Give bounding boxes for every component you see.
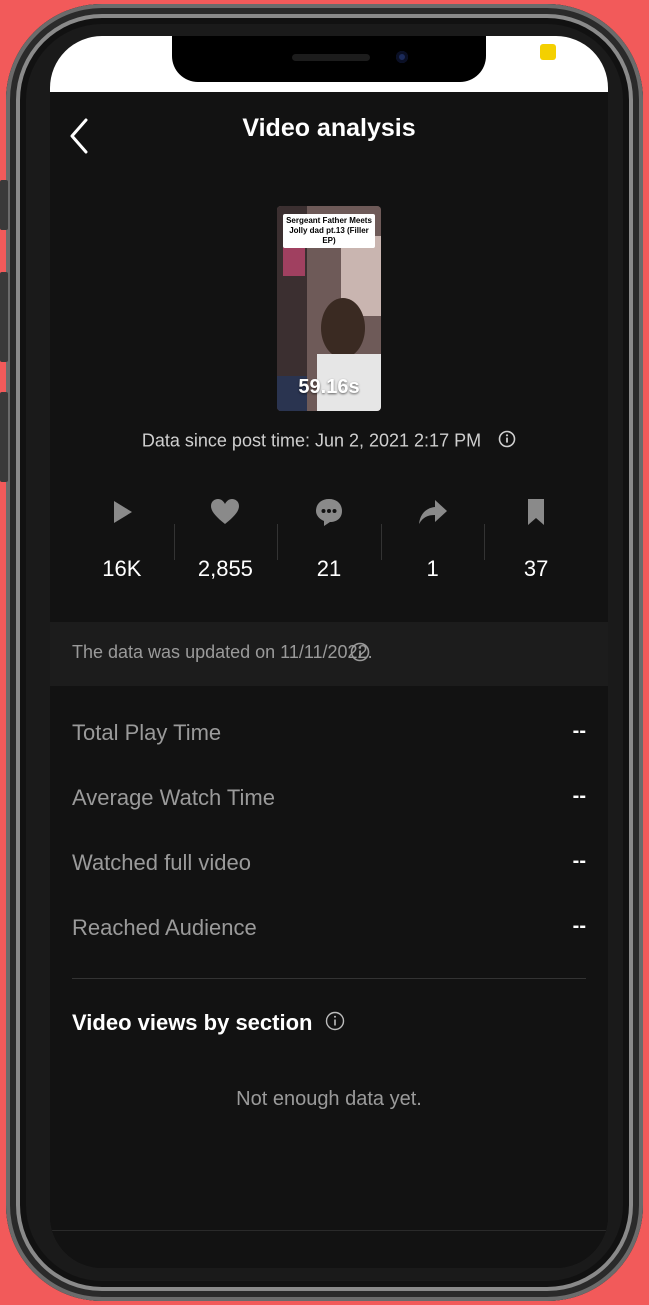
stat-value: 16K (102, 556, 142, 581)
metric-average-watch-time: Average Watch Time -- (72, 771, 586, 836)
metric-value: -- (572, 720, 586, 742)
metric-label: Total Play Time (72, 720, 222, 745)
section-title-text: Video views by section (72, 1010, 313, 1035)
info-icon[interactable] (498, 430, 516, 453)
stat-value: 2,855 (197, 556, 253, 581)
notch (172, 36, 486, 82)
metric-value: -- (572, 850, 586, 872)
section-title: Video views by section (72, 1010, 345, 1037)
metric-label: Watched full video (72, 850, 251, 875)
data-updated-text: The data was updated on 11/11/2022. (72, 642, 373, 662)
divider (72, 978, 586, 979)
post-time-text: Data since post time: Jun 2, 2021 2:17 P… (141, 430, 482, 451)
info-icon[interactable] (325, 1011, 345, 1037)
stat-comments: 21 (277, 492, 381, 602)
volume-down-button (0, 392, 8, 482)
stat-value: 21 (316, 556, 342, 581)
stats-row: 16K 2,855 21 1 37 (70, 492, 588, 602)
page-title: Video analysis (242, 114, 416, 142)
play-icon (113, 501, 132, 523)
post-time-label: Data since post time: Jun 2, 2021 2:17 P… (50, 430, 608, 453)
divider (50, 1230, 608, 1231)
phone-screen: Video analysis Sergeant Father Meets Jol… (50, 36, 608, 1268)
metrics-list: Total Play Time -- Average Watch Time --… (72, 706, 586, 966)
metric-total-play-time: Total Play Time -- (72, 706, 586, 771)
share-icon (418, 500, 447, 524)
metric-label: Average Watch Time (72, 785, 275, 810)
metric-value: -- (572, 785, 586, 807)
volume-up-button (0, 272, 8, 362)
data-updated-banner: The data was updated on 11/11/2022. (50, 622, 608, 686)
camera-icon (396, 51, 408, 63)
metric-reached-audience: Reached Audience -- (72, 901, 586, 966)
heart-icon (211, 499, 240, 524)
metric-label: Reached Audience (72, 915, 257, 940)
stat-shares: 1 (380, 492, 485, 602)
video-duration: 59.16s (298, 376, 360, 398)
header: Video analysis (50, 92, 608, 176)
status-indicator-icon (540, 44, 556, 60)
video-caption: Sergeant Father Meets Jolly dad pt.13 (F… (283, 214, 375, 248)
mute-switch (0, 180, 8, 230)
metric-value: -- (572, 915, 586, 937)
stat-value: 37 (523, 556, 549, 581)
stat-saves: 37 (484, 492, 588, 602)
info-icon[interactable] (350, 642, 370, 667)
stat-likes: 2,855 (173, 492, 278, 602)
bookmark-icon (528, 499, 545, 525)
video-analysis-screen: Video analysis Sergeant Father Meets Jol… (50, 92, 608, 1268)
video-thumbnail[interactable]: Sergeant Father Meets Jolly dad pt.13 (F… (277, 206, 381, 411)
stat-value: 1 (426, 556, 439, 581)
speaker (292, 54, 370, 61)
stat-views: 16K (70, 492, 174, 602)
status-bar (50, 36, 608, 92)
comment-icon (315, 499, 342, 526)
empty-state-text: Not enough data yet. (236, 1088, 422, 1110)
metric-watched-full-video: Watched full video -- (72, 836, 586, 901)
